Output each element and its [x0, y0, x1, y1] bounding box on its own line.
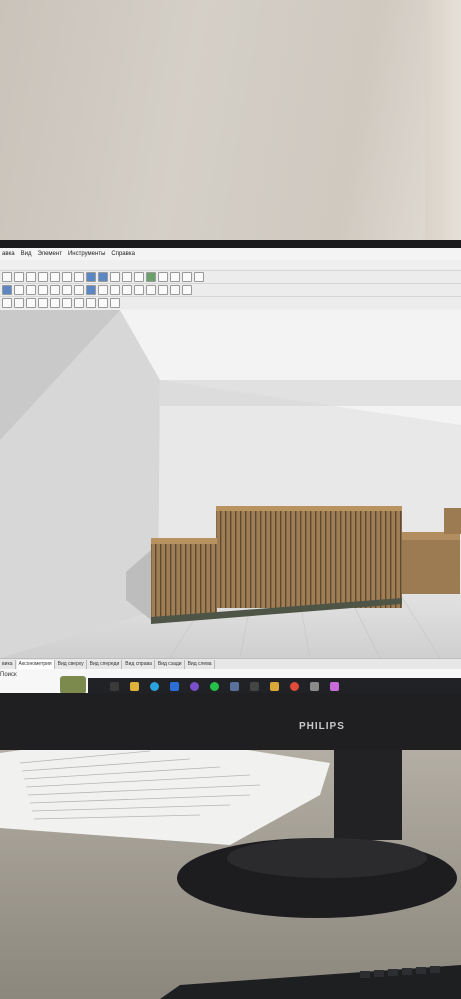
wooden-box: [402, 532, 460, 594]
wall-corner: [425, 0, 461, 245]
whatsapp-icon[interactable]: [210, 682, 219, 691]
taskbar-icons: [110, 682, 339, 691]
zoom-in-icon[interactable]: [50, 285, 60, 295]
tab-axonometry[interactable]: Аксонометрия: [16, 660, 55, 669]
tab-top[interactable]: Вид сверху: [56, 660, 87, 669]
monitor-screen: авка Вид Элемент Инструменты Справка вик…: [0, 248, 461, 693]
render-icon[interactable]: [146, 272, 156, 282]
hide-icon[interactable]: [86, 298, 96, 308]
tab-front[interactable]: Вид спереди: [88, 660, 123, 669]
save-icon[interactable]: [26, 272, 36, 282]
toolbar-secondary: [0, 283, 461, 296]
zoom-out-icon[interactable]: [62, 285, 72, 295]
keyboard: [160, 965, 461, 999]
copy-icon[interactable]: [62, 272, 72, 282]
select-icon[interactable]: [110, 272, 120, 282]
group-icon[interactable]: [50, 298, 60, 308]
tab-perspective[interactable]: вика: [0, 660, 16, 669]
weather-widget-icon[interactable]: [60, 676, 86, 693]
door-icon[interactable]: [182, 285, 192, 295]
menu-tools[interactable]: Инструменты: [68, 251, 105, 257]
calculator-icon[interactable]: [310, 682, 319, 691]
explorer-icon[interactable]: [130, 682, 139, 691]
view-3d-icon[interactable]: [2, 285, 12, 295]
counter-tall: [216, 508, 402, 608]
print-icon[interactable]: [38, 272, 48, 282]
toolbar-tertiary: [0, 296, 461, 309]
orbit-icon[interactable]: [98, 285, 108, 295]
view-front-icon[interactable]: [26, 285, 36, 295]
copilot-icon[interactable]: [330, 682, 339, 691]
rotate-icon[interactable]: [134, 272, 144, 282]
align-icon[interactable]: [14, 298, 24, 308]
tab-back[interactable]: Вид сзади: [156, 660, 185, 669]
texture-icon[interactable]: [158, 285, 168, 295]
open-icon[interactable]: [14, 272, 24, 282]
material-icon[interactable]: [146, 285, 156, 295]
room-wall: [0, 0, 461, 245]
tab-right[interactable]: Вид справа: [123, 660, 155, 669]
monitor-stand: [177, 750, 457, 918]
properties-icon[interactable]: [182, 272, 192, 282]
chrome-icon[interactable]: [290, 682, 299, 691]
menu-element[interactable]: Элемент: [37, 251, 61, 257]
lock-icon[interactable]: [74, 298, 84, 308]
measure-icon[interactable]: [110, 285, 120, 295]
camera-icon[interactable]: [134, 285, 144, 295]
cut-icon[interactable]: [50, 272, 60, 282]
viber-icon[interactable]: [190, 682, 199, 691]
layers-icon[interactable]: [170, 272, 180, 282]
menu-edit[interactable]: авка: [2, 251, 15, 257]
array-icon[interactable]: [38, 298, 48, 308]
terminal-icon[interactable]: [250, 682, 259, 691]
paste-icon[interactable]: [74, 272, 84, 282]
undo-icon[interactable]: [86, 272, 96, 282]
folder-icon[interactable]: [270, 682, 279, 691]
monitor-bottom-bezel: [0, 693, 461, 750]
counter-low: [151, 542, 217, 617]
menu-bar: авка Вид Элемент Инструменты Справка: [0, 248, 461, 260]
wall-icon[interactable]: [170, 285, 180, 295]
view-side-icon[interactable]: [38, 285, 48, 295]
taskbar-search-label[interactable]: Поиск: [0, 672, 17, 678]
ungroup-icon[interactable]: [62, 298, 72, 308]
start-icon[interactable]: [110, 682, 119, 691]
redo-icon[interactable]: [98, 272, 108, 282]
toolbar-main: [0, 270, 461, 283]
move-icon[interactable]: [122, 272, 132, 282]
view-top-icon[interactable]: [14, 285, 24, 295]
mirror-icon[interactable]: [26, 298, 36, 308]
snap-icon[interactable]: [2, 298, 12, 308]
light-icon[interactable]: [122, 285, 132, 295]
app-icon[interactable]: [230, 682, 239, 691]
3d-viewport[interactable]: [0, 310, 461, 658]
walk-icon[interactable]: [86, 285, 96, 295]
telegram-icon[interactable]: [150, 682, 159, 691]
pan-icon[interactable]: [74, 285, 84, 295]
tab-left[interactable]: Вид слева: [186, 660, 215, 669]
text-icon[interactable]: [110, 298, 120, 308]
menu-view[interactable]: Вид: [21, 251, 32, 257]
sum-icon[interactable]: [194, 272, 204, 282]
dimension-icon[interactable]: [98, 298, 108, 308]
new-icon[interactable]: [2, 272, 12, 282]
store-icon[interactable]: [170, 682, 179, 691]
grid-icon[interactable]: [158, 272, 168, 282]
menu-help[interactable]: Справка: [111, 251, 135, 257]
monitor-brand-label: PHILIPS: [299, 721, 345, 732]
